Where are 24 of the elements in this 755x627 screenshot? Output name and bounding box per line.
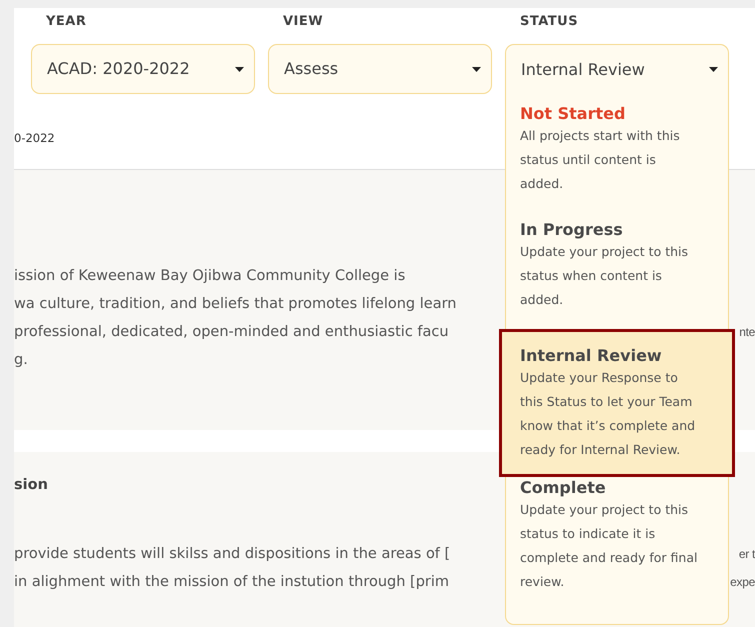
section-heading: sion bbox=[14, 476, 48, 495]
menu-item[interactable]: Not Started All projects start with this status until content is added. bbox=[506, 100, 728, 216]
dropdown-select[interactable]: Assess bbox=[268, 44, 492, 94]
dropdown-select[interactable]: ACAD: 2020-2022 bbox=[31, 44, 255, 94]
paragraph-line: nte bbox=[739, 324, 755, 341]
paragraph-line: provide students will skilss and dispositions in the areas of [ bbox=[14, 545, 450, 564]
year-caption: 0-2022 bbox=[14, 130, 55, 147]
filter-label: STATUS bbox=[520, 14, 580, 31]
paragraph-line: in alighment with the mission of the instution through [prim bbox=[14, 573, 450, 592]
paragraph-line: professional, dedicated, open-minded and enthusiastic facu bbox=[14, 323, 449, 342]
paragraph-line: g. bbox=[14, 351, 28, 370]
menu-item[interactable]: In Progress Update your project to this status when content is added. bbox=[506, 216, 728, 332]
paragraph-line: expe bbox=[730, 574, 755, 591]
dropdown-select[interactable]: Internal Review bbox=[505, 44, 729, 94]
filter-label: YEAR bbox=[46, 14, 88, 31]
menu-item[interactable]: Complete Update your project to this status to indicate it is complete and ready for final review. bbox=[506, 474, 728, 614]
paragraph-line: er t bbox=[738, 546, 755, 563]
caret-icon bbox=[235, 66, 244, 72]
caret-icon bbox=[472, 66, 481, 72]
menu-item[interactable]: Internal Review Update your Response to this Status to let your Team know that it’s complete and ready for Internal Review. bbox=[502, 332, 732, 474]
caret-icon bbox=[709, 67, 718, 72]
paragraph-line: wa culture, tradition, and beliefs that promotes lifelong learn bbox=[14, 295, 456, 314]
filter-label: VIEW bbox=[283, 14, 324, 31]
paragraph-line: ission of Keweenaw Bay Ojibwa Community College is bbox=[14, 267, 406, 286]
